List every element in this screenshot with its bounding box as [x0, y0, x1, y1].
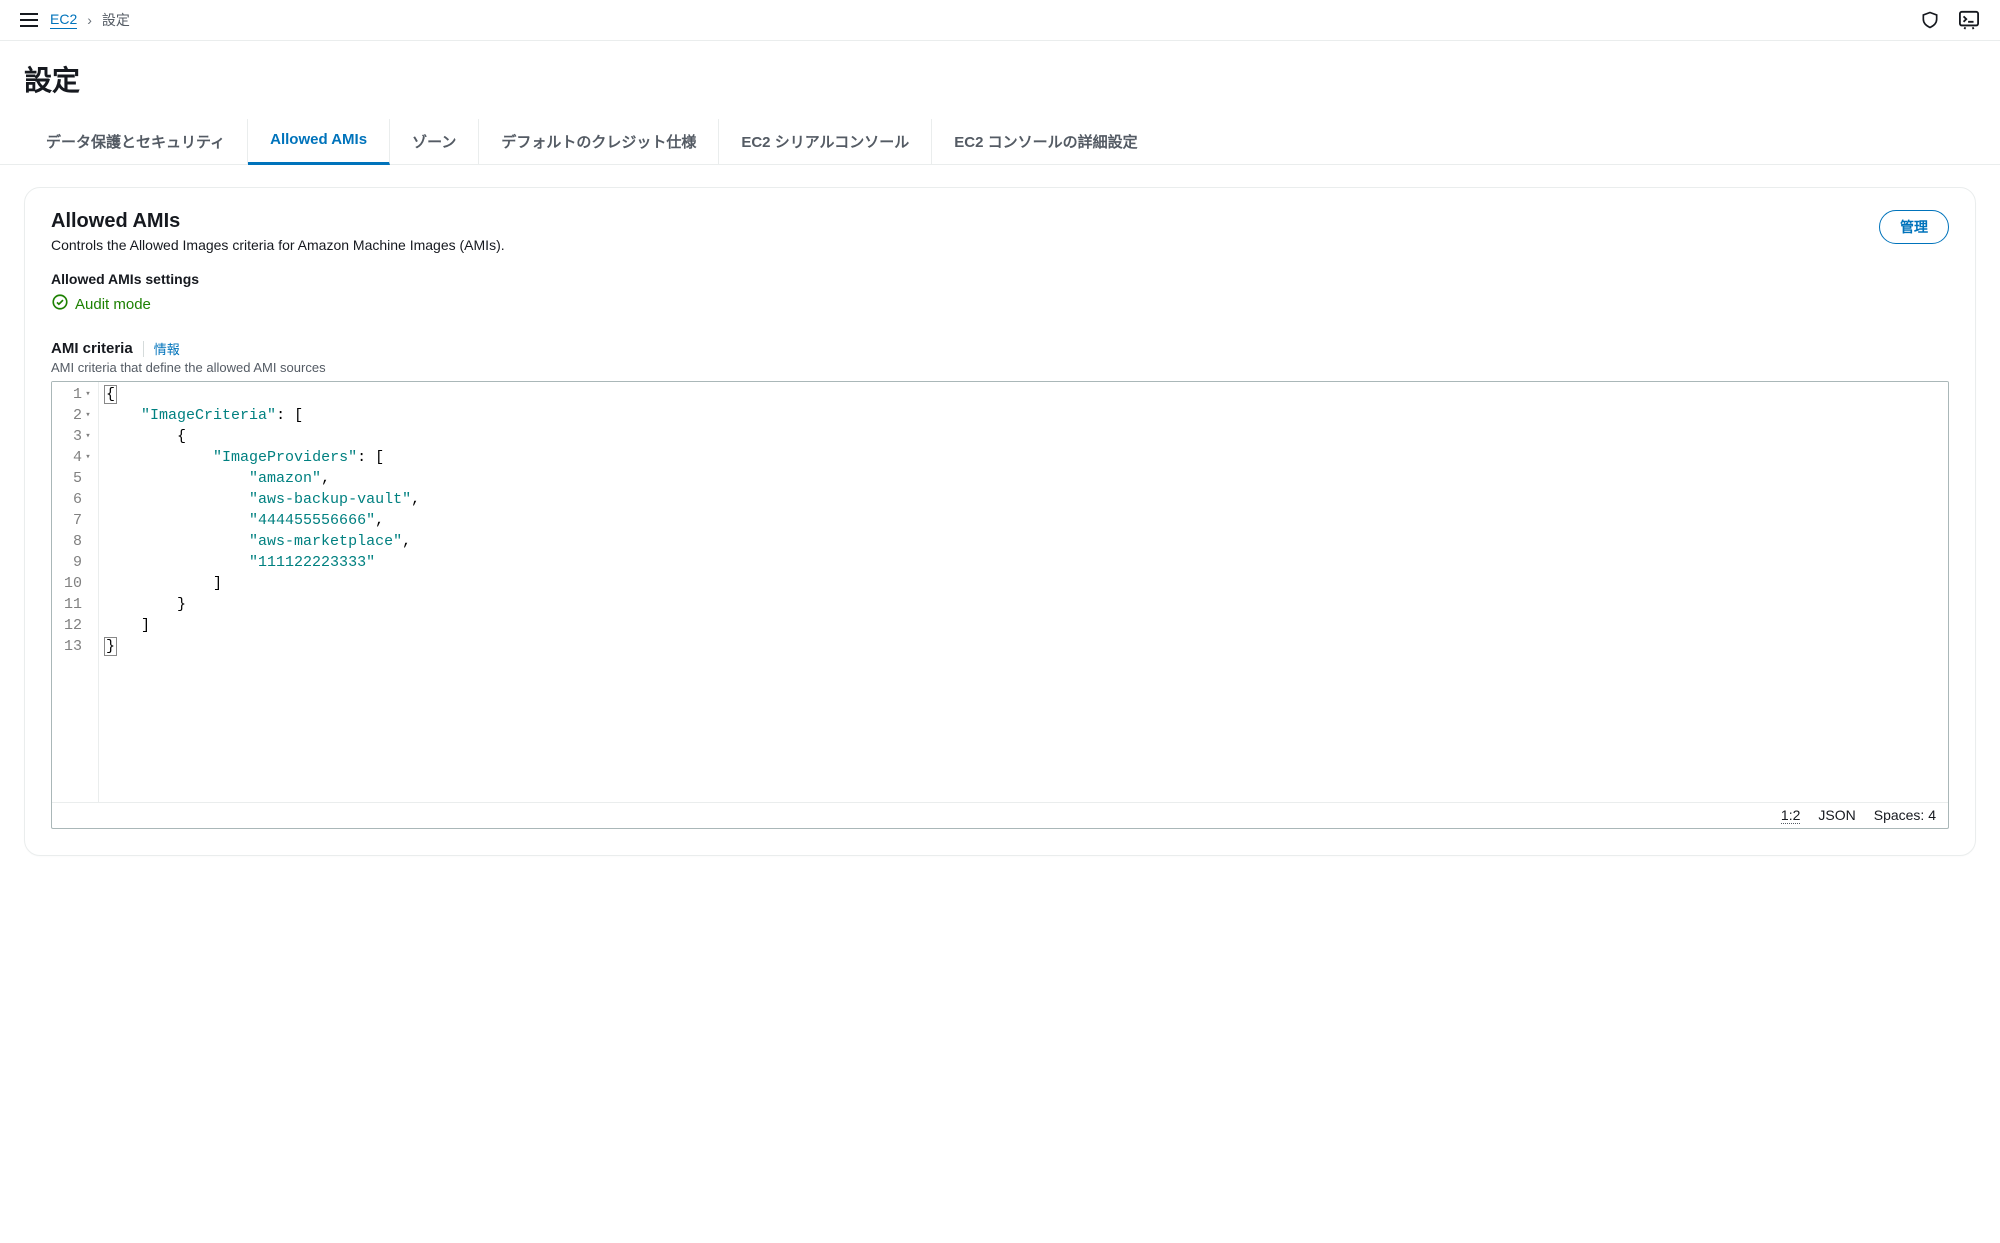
chevron-right-icon: ›	[87, 12, 92, 28]
info-link[interactable]: 情報	[154, 339, 180, 358]
divider	[143, 341, 144, 357]
cursor-position: 1:2	[1781, 807, 1800, 824]
top-bar-right	[1920, 10, 1980, 30]
menu-icon[interactable]	[20, 13, 38, 27]
breadcrumb-service-link[interactable]: EC2	[50, 11, 77, 29]
tab-default-credit[interactable]: デフォルトのクレジット仕様	[479, 119, 719, 164]
tabs: データ保護とセキュリティ Allowed AMIs ゾーン デフォルトのクレジッ…	[0, 119, 2000, 165]
settings-label: Allowed AMIs settings	[51, 271, 1949, 287]
breadcrumb-current: 設定	[102, 10, 130, 30]
criteria-header: AMI criteria 情報	[51, 339, 1949, 358]
tab-zones[interactable]: ゾーン	[390, 119, 479, 164]
shield-icon[interactable]	[1920, 10, 1940, 30]
panel-header: Allowed AMIs Controls the Allowed Images…	[51, 210, 1949, 253]
status-text: Audit mode	[75, 296, 151, 313]
top-bar: EC2 › 設定	[0, 0, 2000, 41]
check-circle-icon	[51, 293, 69, 315]
content-area: Allowed AMIs Controls the Allowed Images…	[0, 165, 2000, 878]
code-body[interactable]: 1▾ 2▾ 3▾ 4▾ 5 6 7 8 9 10 11 12 13 {	[52, 382, 1948, 802]
tab-allowed-amis[interactable]: Allowed AMIs	[248, 119, 390, 165]
tab-console-settings[interactable]: EC2 コンソールの詳細設定	[932, 119, 1159, 164]
editor-spaces: Spaces: 4	[1874, 807, 1936, 824]
breadcrumb: EC2 › 設定	[50, 10, 130, 30]
criteria-description: AMI criteria that define the allowed AMI…	[51, 360, 1949, 375]
editor-status-bar: 1:2 JSON Spaces: 4	[52, 802, 1948, 828]
editor-mode: JSON	[1818, 807, 1855, 824]
panel-title: Allowed AMIs	[51, 210, 505, 233]
panel-description: Controls the Allowed Images criteria for…	[51, 237, 505, 253]
page-title: 設定	[24, 59, 1976, 99]
code-editor[interactable]: 1▾ 2▾ 3▾ 4▾ 5 6 7 8 9 10 11 12 13 {	[51, 381, 1949, 829]
code-lines[interactable]: { "ImageCriteria": [ { "ImageProviders":…	[99, 382, 1948, 802]
top-bar-left: EC2 › 設定	[20, 10, 130, 30]
gutter: 1▾ 2▾ 3▾ 4▾ 5 6 7 8 9 10 11 12 13	[52, 382, 99, 802]
tab-data-protection[interactable]: データ保護とセキュリティ	[24, 119, 248, 164]
page-header: 設定	[0, 41, 2000, 107]
cloudshell-icon[interactable]	[1958, 10, 1980, 30]
allowed-amis-panel: Allowed AMIs Controls the Allowed Images…	[24, 187, 1976, 856]
status-row: Audit mode	[51, 293, 1949, 315]
criteria-title: AMI criteria	[51, 340, 133, 357]
manage-button[interactable]: 管理	[1879, 210, 1949, 244]
tab-serial-console[interactable]: EC2 シリアルコンソール	[719, 119, 932, 164]
